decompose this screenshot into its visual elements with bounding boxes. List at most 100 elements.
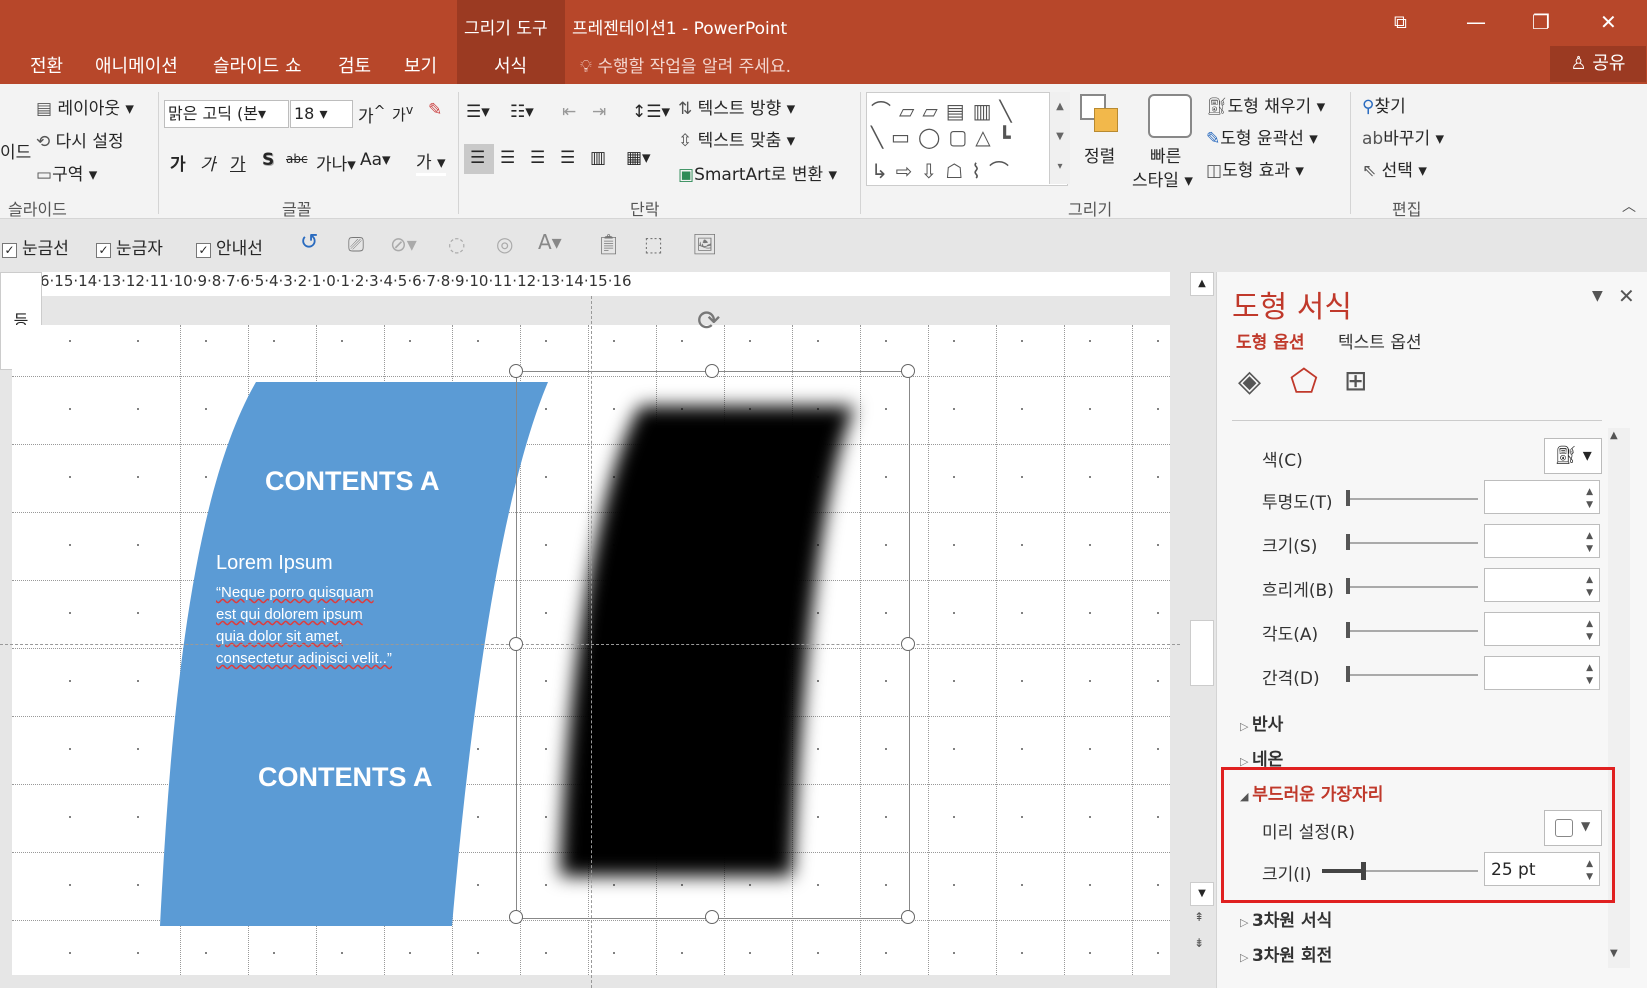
bold-button[interactable]: 가 bbox=[170, 150, 186, 175]
close-icon[interactable]: ✕ bbox=[1600, 10, 1617, 34]
slider-thumb[interactable] bbox=[1346, 666, 1350, 682]
tab-view[interactable]: 보기 bbox=[404, 52, 437, 78]
distance-spinner[interactable]: ▲ ▼ bbox=[1484, 656, 1600, 690]
resize-handle-sw[interactable] bbox=[509, 910, 523, 924]
section-button[interactable]: ▭구역 ▾ bbox=[36, 160, 97, 185]
soft-edges-preset-button[interactable]: ▼ bbox=[1544, 810, 1602, 846]
arrange-button[interactable]: 정렬 bbox=[1084, 142, 1115, 167]
shrink-font-button[interactable]: 가v bbox=[392, 102, 413, 125]
char-spacing-button[interactable]: 가나▾ bbox=[316, 150, 356, 175]
quick-styles-label-1[interactable]: 빠른 bbox=[1150, 142, 1181, 167]
collapse-ribbon-icon[interactable]: ︿ bbox=[1622, 196, 1636, 216]
shape-effects-button[interactable]: ◫도형 효과 ▾ bbox=[1206, 156, 1304, 181]
tab-format[interactable]: 서식 bbox=[494, 52, 527, 78]
angle-spinner[interactable]: ▲ ▼ bbox=[1484, 612, 1600, 646]
screenshot-icon[interactable]: ⬚ bbox=[644, 232, 663, 256]
soft-size-spinner[interactable]: 25 pt ▲ ▼ bbox=[1484, 852, 1600, 886]
tab-review[interactable]: 검토 bbox=[338, 52, 371, 78]
strikethrough-button[interactable]: abc bbox=[286, 152, 308, 166]
scroll-down-icon[interactable]: ▼ bbox=[1190, 882, 1214, 906]
next-slide-icon[interactable]: ⇟ bbox=[1194, 936, 1204, 950]
tab-animations[interactable]: 애니메이션 bbox=[95, 52, 178, 78]
layout-button[interactable]: ▤ 레이아웃 ▾ bbox=[36, 94, 134, 119]
replace-button[interactable]: ab바꾸기 ▾ bbox=[1362, 124, 1444, 149]
shape-outline-button[interactable]: ✎도형 윤곽선 ▾ bbox=[1206, 124, 1318, 149]
find-button[interactable]: ⚲찾기 bbox=[1362, 92, 1406, 117]
tab-slideshow[interactable]: 슬라이드 쇼 bbox=[213, 52, 302, 78]
resize-handle-e[interactable] bbox=[901, 637, 915, 651]
ruler-checkbox[interactable]: ✓ 눈금자 bbox=[96, 234, 163, 259]
shadow-color-button[interactable]: ⛽︎ ▾ bbox=[1544, 438, 1602, 474]
numbering-icon[interactable]: ☷▾ bbox=[510, 102, 534, 122]
section-3d-rotation[interactable]: ▷ 3차원 회전 bbox=[1240, 941, 1332, 966]
resize-handle-s[interactable] bbox=[705, 910, 719, 924]
insert-picture-icon[interactable]: 🖼︎ bbox=[692, 232, 717, 256]
justify-icon[interactable]: ☰ bbox=[560, 148, 575, 168]
bullets-icon[interactable]: ☰▾ bbox=[466, 102, 490, 122]
shape-gallery[interactable]: ⌒▱▱▤▥╲ ╲▭◯▢△┗ ↳⇨⇩☖⌇⌒ bbox=[866, 92, 1068, 186]
font-color-button[interactable]: 가 ▾ bbox=[416, 148, 446, 176]
angle-slider[interactable] bbox=[1348, 630, 1478, 632]
distance-slider[interactable] bbox=[1348, 674, 1478, 676]
pane-scroll-down-icon[interactable]: ▼ bbox=[1610, 948, 1618, 959]
resize-handle-w[interactable] bbox=[509, 637, 523, 651]
paste-icon[interactable]: 📋︎ bbox=[596, 232, 621, 256]
columns-icon[interactable]: ▦▾ bbox=[626, 148, 651, 168]
gridlines-checkbox[interactable]: ✓ 눈금선 bbox=[2, 234, 69, 259]
merge-shapes-icon[interactable]: ⊘▾ bbox=[390, 232, 417, 256]
refresh-icon[interactable]: ↺ bbox=[300, 230, 318, 255]
quick-styles-button[interactable]: 스타일 ▾ bbox=[1132, 166, 1193, 191]
blur-spinner[interactable]: ▲ ▼ bbox=[1484, 568, 1600, 602]
shape-fill-button[interactable]: ⛽︎도형 채우기 ▾ bbox=[1206, 92, 1325, 117]
change-case-button[interactable]: Aa▾ bbox=[360, 150, 391, 170]
slider-thumb[interactable] bbox=[1346, 622, 1350, 638]
align-center-icon[interactable]: ☰ bbox=[500, 148, 515, 168]
decrease-indent-icon[interactable]: ⇤ bbox=[562, 102, 576, 122]
rotate-handle-icon[interactable]: ⟳ bbox=[697, 304, 720, 337]
font-name-select[interactable]: 맑은 고딕 (본▾ bbox=[164, 100, 289, 128]
scroll-thumb[interactable] bbox=[1190, 620, 1214, 686]
ribbon-display-icon[interactable]: ⧉ bbox=[1394, 12, 1407, 33]
shape-intersect-icon[interactable]: ◎ bbox=[496, 232, 513, 256]
section-soft-edges[interactable]: ◢ 부드러운 가장자리 bbox=[1240, 780, 1383, 805]
effects-pentagon-icon[interactable]: ⬠ bbox=[1290, 362, 1318, 400]
share-button[interactable]: ♙ 공유 bbox=[1550, 46, 1646, 82]
tab-text-options[interactable]: 텍스트 옵션 bbox=[1338, 328, 1422, 353]
scroll-up-icon[interactable]: ▲ bbox=[1190, 272, 1214, 296]
shadow-size-spinner[interactable]: ▲ ▼ bbox=[1484, 524, 1600, 558]
shadow-size-slider[interactable] bbox=[1348, 542, 1478, 544]
minimize-icon[interactable]: — bbox=[1466, 10, 1486, 34]
resize-handle-nw[interactable] bbox=[509, 364, 523, 378]
resize-handle-se[interactable] bbox=[901, 910, 915, 924]
resize-handle-ne[interactable] bbox=[901, 364, 915, 378]
transparency-spinner[interactable]: ▲ ▼ bbox=[1484, 480, 1600, 514]
slider-thumb[interactable] bbox=[1346, 578, 1350, 594]
distributed-icon[interactable]: ▥ bbox=[590, 148, 606, 168]
resize-handle-n[interactable] bbox=[705, 364, 719, 378]
size-properties-icon[interactable]: ⊞ bbox=[1344, 364, 1367, 397]
smartart-button[interactable]: ▣SmartArt로 변환 ▾ bbox=[678, 160, 837, 185]
clear-format-icon[interactable]: ✎ bbox=[428, 100, 442, 120]
select-button[interactable]: ⇖ 선택 ▾ bbox=[1362, 156, 1427, 181]
blur-slider[interactable] bbox=[1348, 586, 1478, 588]
fill-line-icon[interactable]: ◈ bbox=[1238, 364, 1261, 399]
pane-scroll-up-icon[interactable]: ▲ bbox=[1610, 430, 1618, 441]
pane-options-icon[interactable]: ▼ bbox=[1592, 288, 1603, 304]
align-right-icon[interactable]: ☰ bbox=[530, 148, 545, 168]
tab-shape-options[interactable]: 도형 옵션 bbox=[1236, 328, 1304, 353]
section-3d-format[interactable]: ▷ 3차원 서식 bbox=[1240, 906, 1332, 931]
tab-transitions[interactable]: 전환 bbox=[30, 52, 63, 78]
section-reflection[interactable]: ▷ 반사 bbox=[1240, 710, 1283, 735]
restore-icon[interactable]: ❐ bbox=[1532, 10, 1550, 34]
presenter-icon[interactable]: ⎚ bbox=[348, 232, 364, 256]
slider-thumb[interactable] bbox=[1346, 534, 1350, 550]
font-size-select[interactable]: 18 ▾ bbox=[290, 100, 353, 128]
underline-button[interactable]: 가 bbox=[230, 150, 246, 175]
text-direction-button[interactable]: ⇅ 텍스트 방향 ▾ bbox=[678, 94, 795, 119]
pane-close-icon[interactable]: ✕ bbox=[1618, 284, 1635, 308]
new-slide-partial[interactable]: 이드 bbox=[0, 138, 31, 163]
guides-checkbox[interactable]: ✓ 안내선 bbox=[196, 234, 263, 259]
shape-union-icon[interactable]: ◌ bbox=[448, 232, 465, 256]
line-spacing-icon[interactable]: ↕☰▾ bbox=[632, 102, 670, 122]
align-text-button[interactable]: ⇳ 텍스트 맞춤 ▾ bbox=[678, 126, 795, 151]
